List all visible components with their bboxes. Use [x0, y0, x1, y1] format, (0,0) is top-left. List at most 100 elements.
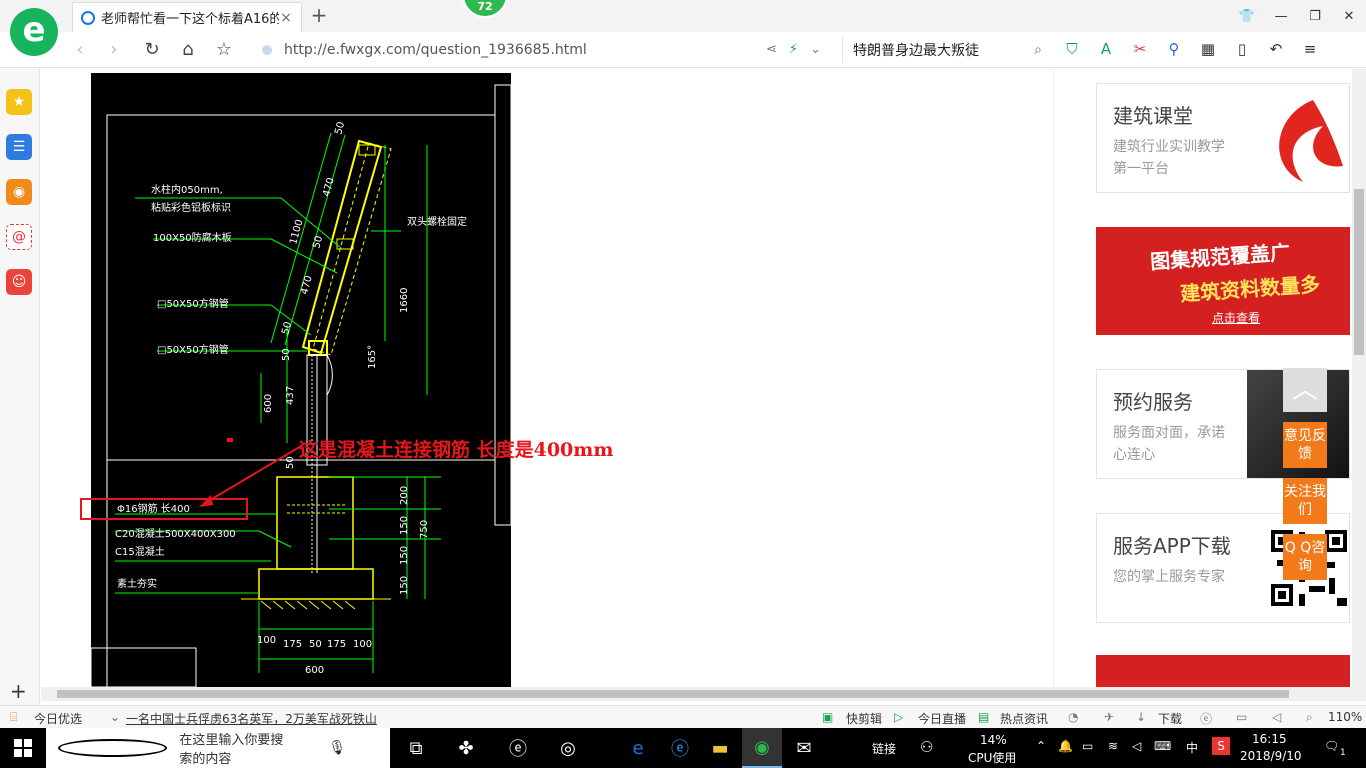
chevron-down-icon[interactable]: ⌄ — [810, 42, 821, 57]
minimize-icon[interactable]: — — [1264, 0, 1298, 32]
security-dot-icon — [262, 45, 272, 55]
volume-icon[interactable]: ◁ — [1132, 739, 1141, 753]
card-subtitle: 您的掌上服务专家 — [1113, 569, 1225, 585]
scroll-thumb[interactable] — [1354, 189, 1364, 355]
microphone-icon[interactable]: 🎙 — [285, 740, 390, 756]
mail-icon[interactable]: @ — [6, 224, 32, 250]
clock-time[interactable]: 16:15 — [1252, 732, 1287, 746]
tab-close-icon[interactable]: × — [279, 10, 293, 26]
cpu-label: CPU使用 — [968, 751, 1017, 765]
search-box[interactable]: 特朗普身边最大叛徒 ⌕ — [842, 37, 1042, 63]
favorites-icon[interactable]: ★ — [6, 89, 32, 115]
mail-app-icon[interactable]: ✉ — [784, 728, 824, 768]
ime-indicator[interactable]: 中 — [1186, 739, 1198, 756]
tab-title: 老师帮忙看一下这个标着A16的钢 — [101, 12, 279, 27]
taskbar-search[interactable]: 在这里输入你要搜索的内容 🎙 — [46, 728, 390, 768]
taskbar-search-placeholder: 在这里输入你要搜索的内容 — [179, 733, 284, 767]
ad-banner-standards[interactable]: 图集规范覆盖广 建筑资料数量多 点击查看 — [1096, 227, 1350, 335]
clip-icon[interactable]: ▣ — [822, 710, 833, 724]
live-link[interactable]: 今日直播 — [918, 710, 966, 727]
chevron-up-icon[interactable]: ⌃ — [1036, 739, 1046, 753]
scroll-thumb[interactable] — [57, 690, 1289, 698]
news-list-icon[interactable]: ☰ — [6, 134, 32, 160]
wifi-icon[interactable]: ≋ — [1108, 739, 1118, 753]
action-center-icon[interactable]: 🗨 — [1324, 739, 1339, 753]
site-favicon-icon — [81, 10, 95, 25]
green-browser-icon[interactable]: ◉ — [742, 728, 782, 768]
menu-icon[interactable]: ≡ — [1300, 40, 1320, 58]
back-icon[interactable]: ‹ — [68, 38, 92, 62]
shield-icon[interactable]: ⛉ — [1062, 40, 1082, 58]
today-picks-link[interactable]: 今日优选 — [34, 710, 82, 727]
battery-icon[interactable]: ▭ — [1082, 739, 1093, 753]
ie-browser-icon[interactable]: ⓔ — [660, 728, 700, 768]
link-label[interactable]: 链接 — [872, 740, 896, 757]
score-badge[interactable]: 72 — [462, 0, 508, 18]
favorite-star-icon[interactable]: ☆ — [212, 38, 236, 62]
undo-icon[interactable]: ↶ — [1266, 40, 1286, 58]
download-link[interactable]: 下载 — [1158, 710, 1182, 727]
notification-count: 1 — [1340, 748, 1346, 758]
ad-banner-bottom[interactable] — [1096, 655, 1350, 687]
new-tab-button[interactable]: + — [308, 4, 330, 26]
edge-browser-icon[interactable]: e — [618, 728, 658, 768]
card-title: 服务APP下载 — [1113, 534, 1231, 558]
file-explorer-icon[interactable]: ▬ — [700, 728, 740, 768]
browser-tab[interactable]: 老师帮忙看一下这个标着A16的钢 × — [72, 2, 302, 32]
zoom-level[interactable]: 110% — [1328, 710, 1362, 724]
vertical-scrollbar[interactable] — [1352, 69, 1366, 687]
clock-date[interactable]: 2018/9/10 — [1240, 749, 1302, 763]
banner-link[interactable]: 点击查看 — [1212, 309, 1260, 326]
forward-icon[interactable]: › — [102, 38, 126, 62]
ad-card-course[interactable]: 建筑课堂 建筑行业实训教学第一平台 — [1096, 83, 1350, 193]
back-to-top-icon[interactable]: ︿ — [1283, 368, 1327, 412]
shirt-icon[interactable]: 👕 — [1230, 0, 1264, 32]
magnifier-icon[interactable]: ⚲ — [1164, 40, 1184, 58]
play-icon[interactable]: ▷ — [894, 710, 903, 724]
feedback-button[interactable]: 意见反馈 — [1283, 422, 1327, 468]
home-icon[interactable]: ⌂ — [176, 38, 200, 62]
cortana-icon — [58, 739, 168, 757]
search-icon[interactable]: ⌕ — [1034, 42, 1042, 58]
add-icon[interactable]: + — [10, 679, 27, 703]
address-bar[interactable]: http://e.fwxgx.com/question_1936685.html — [262, 37, 762, 63]
quick-clip-link[interactable]: 快剪辑 — [846, 710, 882, 727]
news-ticker-link[interactable]: 一名中国士兵俘虏63名英军，2万美军战死铁山 — [126, 710, 377, 727]
tablet-icon[interactable]: ▯ — [1232, 40, 1252, 58]
keyboard-icon[interactable]: ⌨ — [1154, 739, 1171, 753]
apps-grid-icon[interactable]: ▦ — [1198, 40, 1218, 58]
refresh-icon[interactable]: ↻ — [140, 38, 164, 62]
gift-icon[interactable]: ⌸ — [10, 710, 17, 725]
task-view-icon[interactable]: ⧉ — [396, 728, 436, 768]
hot-news-link[interactable]: 热点资讯 — [1000, 710, 1048, 727]
follow-us-button[interactable]: 关注我们 — [1283, 478, 1327, 524]
sound-icon[interactable]: ◁ — [1272, 710, 1281, 724]
game-icon[interactable]: ☺ — [6, 269, 32, 295]
zoom-icon[interactable]: ⌕ — [1306, 710, 1313, 725]
weibo-icon[interactable]: ◉ — [6, 179, 32, 205]
close-window-icon[interactable]: ✕ — [1332, 0, 1366, 32]
edge-icon[interactable]: ⓔ — [498, 728, 538, 768]
speed-icon[interactable]: ◔ — [1068, 710, 1078, 724]
share-icon[interactable]: ⋖ — [766, 42, 777, 57]
translate-icon[interactable]: A — [1096, 40, 1116, 58]
swirl-app-icon[interactable]: ◎ — [548, 728, 588, 768]
download-icon[interactable]: ↓ — [1136, 710, 1146, 724]
restore-icon[interactable]: ❐ — [1298, 0, 1332, 32]
window-icon[interactable]: ▭ — [1236, 710, 1247, 724]
news-icon[interactable]: ▤ — [978, 710, 989, 724]
scissors-icon[interactable]: ✂ — [1130, 40, 1150, 58]
people-icon[interactable]: ⚇ — [920, 738, 933, 756]
chevron-down-icon[interactable]: ⌄ — [110, 710, 120, 724]
horizontal-scrollbar[interactable] — [41, 687, 1366, 701]
browser-status-bar: ⌸ 今日优选 ⌄ 一名中国士兵俘虏63名英军，2万美军战死铁山 ▣ 快剪辑 ▷ … — [0, 705, 1366, 728]
pinwheel-app-icon[interactable]: ✤ — [446, 728, 486, 768]
sogou-icon[interactable]: S — [1212, 737, 1230, 755]
qq-consult-button[interactable]: Q Q咨询 — [1283, 534, 1327, 580]
ie-icon[interactable]: ⓔ — [1200, 710, 1212, 727]
lightning-icon[interactable]: ⚡ — [789, 42, 798, 57]
notification-bell-icon[interactable]: 🔔 — [1058, 739, 1073, 753]
pin-icon[interactable]: ✈ — [1104, 710, 1114, 724]
browser-logo-icon[interactable]: e — [10, 8, 58, 56]
windows-start-icon[interactable] — [14, 739, 32, 757]
